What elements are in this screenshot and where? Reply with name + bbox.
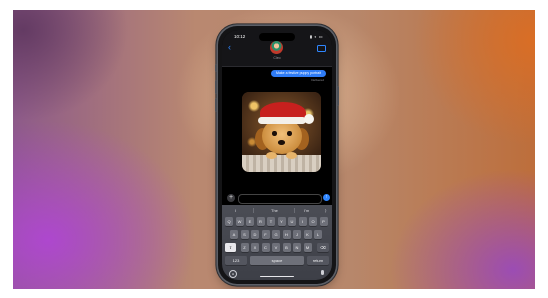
key-g[interactable]: G bbox=[272, 230, 280, 239]
volume-up-button bbox=[215, 80, 217, 94]
puppy-left-paw bbox=[266, 152, 277, 159]
key-z[interactable]: Z bbox=[240, 243, 249, 252]
santa-hat-brim bbox=[258, 117, 306, 124]
prediction-2[interactable]: The bbox=[271, 208, 278, 213]
predictive-text-bar: I The I'm ⟩ bbox=[222, 205, 332, 216]
key-d[interactable]: D bbox=[251, 230, 259, 239]
action-button bbox=[215, 64, 217, 72]
dynamic-island bbox=[259, 33, 295, 41]
video-call-icon[interactable] bbox=[317, 45, 326, 52]
key-q[interactable]: Q bbox=[225, 217, 233, 226]
prediction-divider bbox=[294, 208, 295, 213]
key-j[interactable]: J bbox=[293, 230, 301, 239]
prediction-3[interactable]: I'm bbox=[304, 208, 309, 213]
key-w[interactable]: W bbox=[235, 217, 244, 226]
puppy-left-eye bbox=[272, 131, 277, 136]
delivered-status: Delivered bbox=[311, 78, 324, 82]
key-v[interactable]: V bbox=[272, 243, 280, 252]
contact-name[interactable]: Cleo bbox=[222, 56, 332, 60]
space-key[interactable]: space bbox=[250, 256, 304, 265]
wallpaper-background: 10:12 ▮ ◐ ▭ ‹ Cleo Make a festive puppy … bbox=[13, 10, 535, 289]
key-t[interactable]: T bbox=[267, 217, 275, 226]
key-f[interactable]: F bbox=[261, 230, 270, 239]
key-l[interactable]: L bbox=[314, 230, 322, 239]
puppy-right-paw bbox=[286, 152, 297, 159]
volume-down-button bbox=[215, 98, 217, 112]
key-y[interactable]: Y bbox=[277, 217, 286, 226]
key-e[interactable]: E bbox=[246, 217, 254, 226]
key-o[interactable]: O bbox=[309, 217, 317, 226]
knit-blanket bbox=[242, 155, 321, 172]
key-n[interactable]: N bbox=[293, 243, 301, 252]
power-button bbox=[337, 86, 339, 106]
key-k[interactable]: K bbox=[303, 230, 312, 239]
keyboard: I The I'm ⟩ Q W E R T Y U I O P A S D F … bbox=[222, 205, 332, 280]
key-u[interactable]: U bbox=[288, 217, 296, 226]
prediction-divider bbox=[253, 208, 254, 213]
send-icon[interactable]: ↑ bbox=[323, 194, 330, 201]
keyboard-bottom-bar: ⊕ bbox=[222, 269, 332, 280]
phone-frame: 10:12 ▮ ◐ ▭ ‹ Cleo Make a festive puppy … bbox=[215, 26, 339, 284]
return-key[interactable]: return bbox=[307, 256, 329, 265]
shift-key[interactable]: ⇧ bbox=[225, 243, 236, 252]
delete-key[interactable]: ⌫ bbox=[317, 243, 329, 252]
prediction-1[interactable]: I bbox=[235, 208, 236, 213]
image-attachment[interactable] bbox=[242, 92, 321, 172]
globe-icon[interactable]: ⊕ bbox=[229, 270, 237, 278]
phone-screen: 10:12 ▮ ◐ ▭ ‹ Cleo Make a festive puppy … bbox=[222, 30, 332, 280]
santa-hat-pompom bbox=[304, 114, 314, 124]
key-b[interactable]: B bbox=[282, 243, 291, 252]
key-h[interactable]: H bbox=[282, 230, 291, 239]
message-input[interactable] bbox=[238, 194, 322, 204]
key-r[interactable]: R bbox=[256, 217, 265, 226]
key-i[interactable]: I bbox=[298, 217, 307, 226]
compose-bar: + ↑ bbox=[222, 193, 332, 204]
status-time: 10:12 bbox=[234, 34, 246, 39]
status-icons: ▮ ◐ ▭ bbox=[309, 34, 323, 39]
numbers-key[interactable]: 123 bbox=[225, 256, 247, 265]
outgoing-message-bubble[interactable]: Make a festive puppy portrait bbox=[271, 70, 326, 77]
back-icon[interactable]: ‹ bbox=[228, 43, 231, 52]
puppy-right-eye bbox=[287, 131, 292, 136]
key-p[interactable]: P bbox=[319, 217, 328, 226]
key-s[interactable]: S bbox=[240, 230, 249, 239]
key-c[interactable]: C bbox=[261, 243, 270, 252]
key-a[interactable]: A bbox=[230, 230, 238, 239]
microphone-icon[interactable] bbox=[321, 270, 324, 275]
expand-predictions-icon[interactable]: ⟩ bbox=[325, 208, 327, 213]
key-m[interactable]: M bbox=[303, 243, 312, 252]
puppy-nose bbox=[278, 140, 285, 145]
plus-icon[interactable]: + bbox=[227, 194, 235, 202]
key-x[interactable]: X bbox=[251, 243, 259, 252]
contact-avatar[interactable] bbox=[270, 41, 283, 54]
